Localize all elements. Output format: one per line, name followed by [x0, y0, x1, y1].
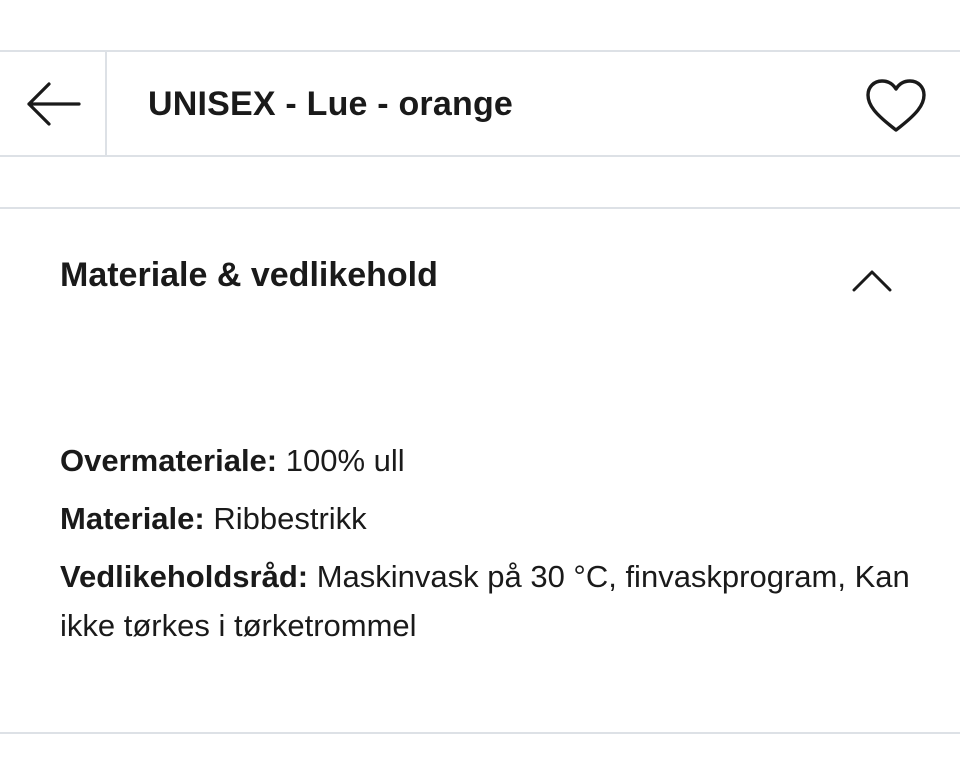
section-title: Materiale & vedlikehold — [60, 256, 438, 294]
section-top-divider — [0, 207, 960, 209]
arrow-left-icon — [26, 82, 81, 126]
material-care-accordion-header[interactable]: Materiale & vedlikehold — [0, 210, 960, 340]
product-details-page: UNISEX - Lue - orange Materiale & vedlik… — [0, 0, 960, 761]
material-details: Overmateriale: 100% ull Materiale: Ribbe… — [60, 436, 920, 659]
section-bottom-divider — [0, 732, 960, 734]
header-bar: UNISEX - Lue - orange — [0, 52, 960, 156]
detail-value: Ribbestrikk — [213, 501, 367, 536]
back-button[interactable] — [0, 52, 105, 156]
page-title: UNISEX - Lue - orange — [148, 84, 514, 123]
favorite-button[interactable] — [860, 74, 932, 138]
detail-row-materiale: Materiale: Ribbestrikk — [60, 494, 920, 543]
detail-label: Materiale: — [60, 501, 214, 536]
header-bottom-divider — [0, 155, 960, 157]
chevron-up-icon[interactable] — [848, 260, 896, 300]
detail-row-overmateriale: Overmateriale: 100% ull — [60, 436, 920, 485]
header-divider — [105, 52, 107, 156]
detail-label: Overmateriale: — [60, 443, 286, 478]
detail-label: Vedlikeholdsråd: — [60, 559, 317, 594]
detail-value: 100% ull — [285, 443, 405, 478]
heart-icon — [866, 79, 926, 132]
detail-row-vedlikeholdsrad: Vedlikeholdsråd: Maskinvask på 30 °C, fi… — [60, 552, 920, 650]
